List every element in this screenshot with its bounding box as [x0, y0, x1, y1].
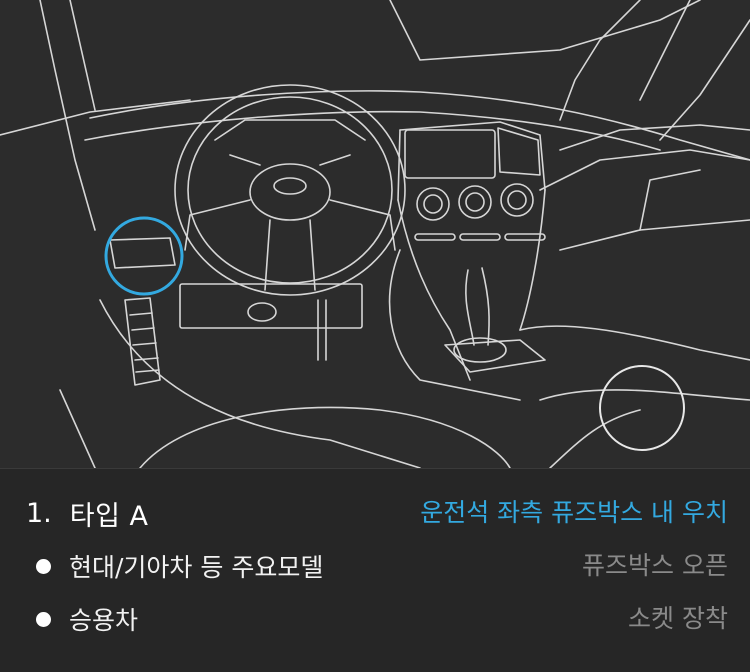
steering-wheel-drawing [174, 84, 406, 296]
guide-card: 1. 타입 A 운전석 좌측 퓨즈박스 내 우치 현대/기아차 등 주요모델 퓨… [0, 0, 750, 672]
item-action: 소켓 장착 [628, 604, 728, 633]
location-text: 운전석 좌측 퓨즈박스 내 우치 [420, 498, 728, 527]
item-label: 현대/기아차 등 주요모델 [69, 553, 324, 582]
list-item: 승용차 소켓 장착 [0, 597, 750, 641]
bullet-icon [36, 558, 51, 574]
section-title: 타입 A [69, 500, 149, 532]
info-panel: 1. 타입 A 운전석 좌측 퓨즈박스 내 우치 현대/기아차 등 주요모델 퓨… [0, 469, 750, 672]
car-interior-illustration [0, 0, 750, 468]
pedal-drawing [109, 237, 176, 386]
circle-outline-icon [599, 365, 685, 451]
section-header: 1. 타입 A 운전석 좌측 퓨즈박스 내 우치 [0, 491, 750, 535]
bullet-icon [36, 611, 51, 627]
circle-highlight-icon [104, 216, 184, 296]
list-item: 현대/기아차 등 주요모델 퓨즈박스 오픈 [0, 544, 750, 588]
item-action: 퓨즈박스 오픈 [582, 551, 728, 580]
center-console-drawing [388, 121, 546, 401]
item-label: 승용차 [69, 606, 139, 635]
section-number: 1. [26, 497, 52, 529]
